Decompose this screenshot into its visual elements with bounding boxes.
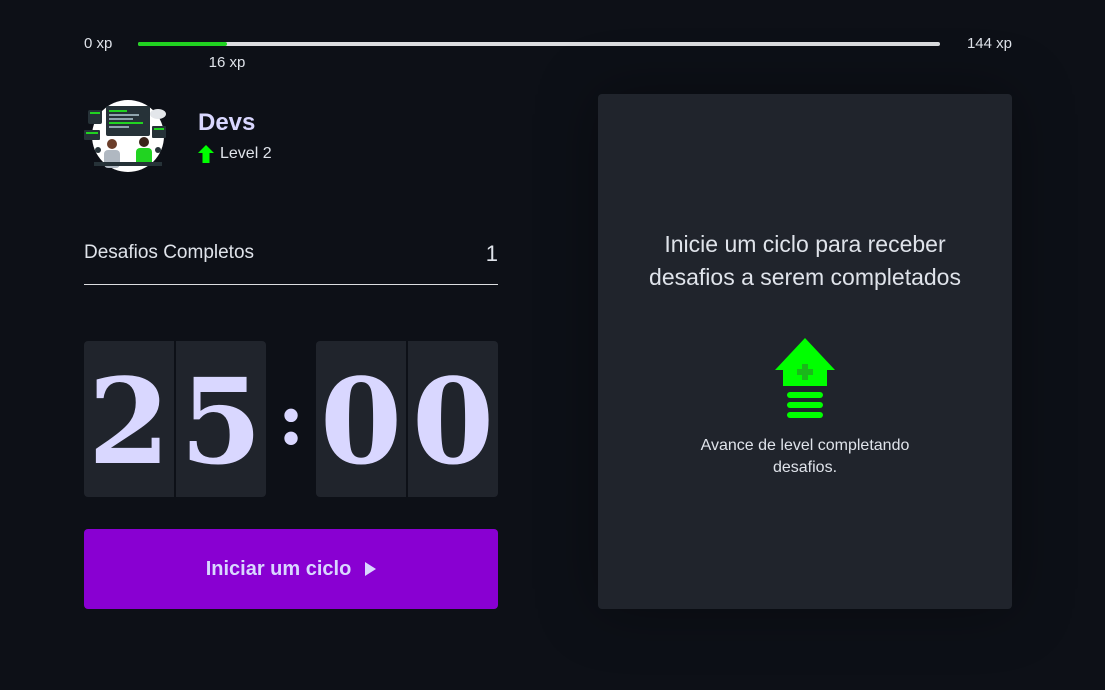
countdown-seconds: 0 0 [316,341,498,497]
countdown-minutes: 2 5 [84,341,266,497]
profile-info: Devs Level 2 [198,109,272,163]
level-up-arrow-icon [198,145,214,163]
challenge-panel-hint: Avance de level completando desafios. [700,437,910,476]
play-icon [365,562,377,576]
countdown: 2 5 : 0 0 [84,341,498,497]
xp-max-label: 144 xp [966,35,1012,52]
challenge-panel: Inicie um ciclo para receber desafios a … [598,94,1012,609]
xp-track [138,42,940,46]
start-cycle-label: Iniciar um ciclo [205,557,352,580]
completed-challenges-count: 1 [485,241,498,266]
xp-min-label: 0 xp [84,35,113,52]
profile-level-label: Level 2 [220,145,272,162]
profile-level: Level 2 [198,145,272,163]
developers-illustration-icon [84,100,166,172]
avatar [84,100,172,172]
challenge-panel-title: Inicie um ciclo para receber desafios a … [649,231,961,290]
completed-challenges-label: Desafios Completos [84,242,255,263]
profile-name: Devs [198,109,256,136]
minute-digit-right: 5 [174,341,266,497]
second-digit-left: 0 [319,352,403,491]
minute-digit-left: 2 [87,352,171,491]
second-digit-right: 0 [406,341,498,497]
countdown-separator: : [277,376,305,461]
profile: Devs Level 2 [84,100,272,172]
experience-bar: 0 xp 16 xp 144 xp [84,34,1012,74]
start-cycle-button[interactable]: Iniciar um ciclo [84,529,498,609]
xp-current-label: 16 xp [208,54,246,71]
xp-progress-fill [138,42,228,46]
completed-challenges: Desafios Completos 1 [84,238,498,285]
moveit-page: 0 xp 16 xp 144 xp Devs Level 2 Desafios … [0,0,1105,690]
level-up-icon [775,338,835,418]
